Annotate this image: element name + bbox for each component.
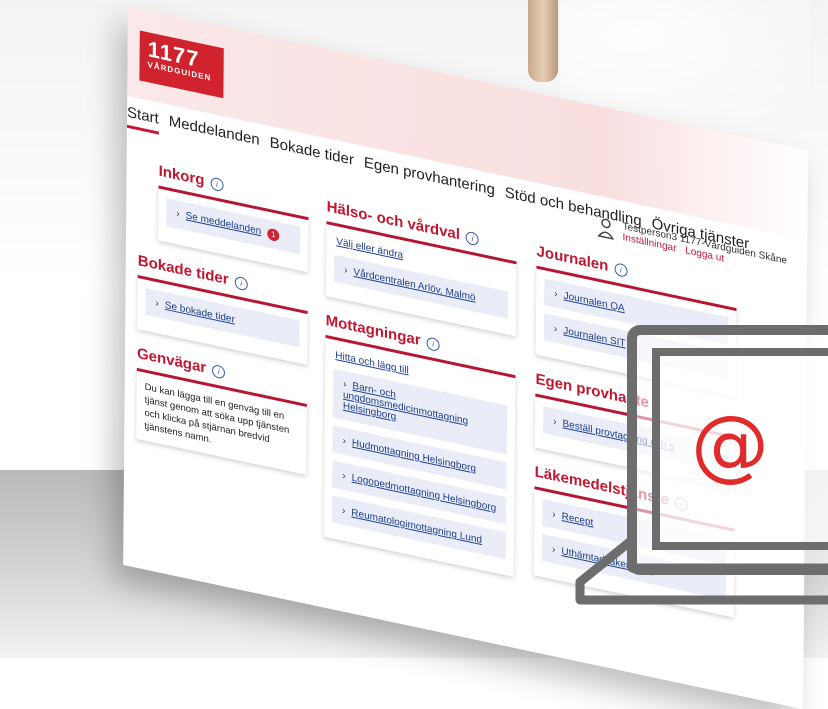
column-left: Inkorg i › Se meddelanden 1 Bokade tider i ›…: [136, 158, 309, 491]
unread-badge: 1: [267, 227, 280, 243]
chevron-right-icon: ›: [344, 264, 348, 277]
inkorg-link[interactable]: › Se meddelanden 1: [166, 198, 301, 255]
info-icon[interactable]: i: [210, 176, 224, 192]
bokade-link-label: Se bokade tider: [164, 299, 235, 326]
chevron-right-icon: ›: [551, 543, 556, 556]
nav-start[interactable]: Start: [126, 103, 159, 135]
chevron-right-icon: ›: [155, 297, 159, 310]
info-icon[interactable]: i: [426, 335, 440, 352]
genvagar-description: Du kan lägga till en genväg till en tjän…: [144, 381, 290, 446]
mottagningar-card: Hitta och lägg till › Barn- och ungdomsme…: [323, 334, 516, 577]
user-icon: [597, 218, 614, 240]
inkorg-title-text: Inkorg: [158, 162, 205, 190]
chevron-right-icon: ›: [553, 416, 557, 428]
inkorg-link-label: Se meddelanden: [185, 210, 262, 238]
laptop-email-icon: @: [575, 325, 828, 605]
chevron-right-icon: ›: [341, 505, 346, 518]
column-middle: Hälso- och vårdval i Välj eller ändra › Vå…: [323, 198, 517, 593]
backdrop-chair-shadow: [560, 0, 810, 115]
chevron-right-icon: ›: [342, 470, 346, 483]
chevron-right-icon: ›: [553, 323, 558, 336]
info-icon[interactable]: i: [614, 261, 628, 278]
chevron-right-icon: ›: [176, 208, 180, 220]
info-icon[interactable]: i: [234, 275, 248, 291]
chevron-right-icon: ›: [342, 435, 346, 448]
chevron-right-icon: ›: [343, 378, 347, 391]
info-icon[interactable]: i: [465, 230, 480, 246]
info-icon[interactable]: i: [212, 363, 226, 380]
backdrop-chair-leg: [528, 0, 558, 82]
at-sign: @: [691, 400, 769, 490]
chevron-right-icon: ›: [554, 288, 558, 301]
chevron-right-icon: ›: [552, 509, 556, 521]
